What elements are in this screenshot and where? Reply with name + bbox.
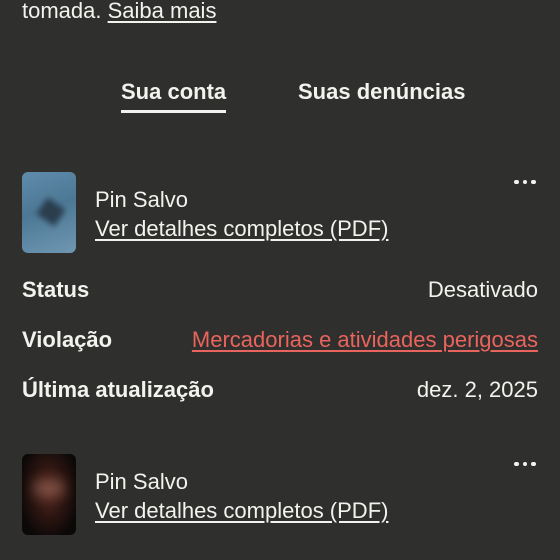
view-details-link[interactable]: Ver detalhes completos (PDF) [95,215,388,243]
pin-thumbnail[interactable] [22,454,76,535]
more-dot [531,461,536,467]
thumbnail-image-detail [34,480,64,496]
more-dot [514,461,519,467]
more-dot [514,179,519,185]
intro-text: tomada. Saiba mais [22,0,216,26]
violation-link[interactable]: Mercadorias e atividades perigosas [192,326,538,354]
view-details-link[interactable]: Ver detalhes completos (PDF) [95,497,388,525]
learn-more-link[interactable]: Saiba mais [108,0,217,23]
report-card: Pin Salvo Ver detalhes completos (PDF) [0,452,560,560]
more-dot [522,179,527,185]
status-label: Status [22,277,90,302]
violation-label: Violação [22,327,113,352]
pin-thumbnail[interactable] [22,172,76,253]
intro-text-fragment: tomada. [22,0,108,23]
report-card: Pin Salvo Ver detalhes completos (PDF) S… [0,170,560,410]
thumbnail-image-detail [36,197,66,227]
tab-your-reports[interactable]: Suas denúncias [298,78,466,106]
tab-your-account[interactable]: Sua conta [121,78,227,113]
more-options-icon[interactable] [514,176,542,188]
last-updated-value: dez. 2, 2025 [416,377,538,402]
more-dot [522,461,527,467]
more-options-icon[interactable] [514,458,542,470]
tab-bar: Sua conta Suas denúncias [0,78,560,114]
pin-title: Pin Salvo [95,187,188,212]
pin-title: Pin Salvo [95,469,188,494]
status-value: Desativado [427,277,538,302]
more-dot [531,179,536,185]
last-updated-label: Última atualização [22,377,214,402]
